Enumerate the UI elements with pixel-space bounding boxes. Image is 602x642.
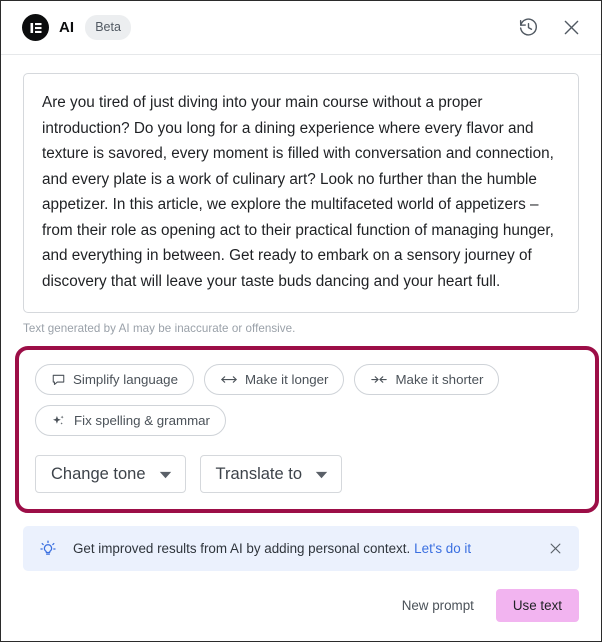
generated-text-area[interactable]: Are you tired of just diving into your m… bbox=[23, 73, 579, 313]
page-title: AI bbox=[59, 19, 75, 36]
make-it-longer-button[interactable]: Make it longer bbox=[203, 364, 345, 395]
simplify-language-button[interactable]: Simplify language bbox=[35, 364, 194, 395]
notice-message: Get improved results from AI by adding p… bbox=[73, 541, 411, 556]
quick-actions-row-2: Fix spelling & grammar bbox=[35, 405, 581, 436]
panel-header: AI Beta bbox=[1, 1, 601, 55]
close-icon[interactable] bbox=[559, 16, 583, 40]
panel-footer: New prompt Use text bbox=[392, 589, 579, 622]
panel-content: Are you tired of just diving into your m… bbox=[1, 55, 601, 513]
fix-spelling-grammar-button[interactable]: Fix spelling & grammar bbox=[35, 405, 226, 436]
expand-arrows-icon bbox=[220, 373, 238, 386]
beta-badge: Beta bbox=[85, 14, 131, 41]
lightbulb-icon bbox=[38, 539, 58, 559]
collapse-arrows-icon bbox=[370, 373, 388, 386]
use-text-button[interactable]: Use text bbox=[495, 589, 579, 622]
dropdown-label: Change tone bbox=[51, 464, 146, 483]
chip-label: Make it longer bbox=[244, 372, 329, 387]
lets-do-it-link[interactable]: Let's do it bbox=[414, 541, 471, 556]
history-icon[interactable] bbox=[516, 16, 540, 40]
ai-panel-window: AI Beta Are you tired of just diving int… bbox=[0, 0, 602, 642]
chip-label: Fix spelling & grammar bbox=[74, 413, 210, 428]
dropdown-row: Change tone Translate to bbox=[35, 455, 581, 493]
dropdown-label: Translate to bbox=[215, 464, 303, 483]
header-actions bbox=[516, 16, 583, 40]
new-prompt-button[interactable]: New prompt bbox=[392, 590, 484, 621]
chip-label: Make it shorter bbox=[395, 372, 484, 387]
chevron-down-icon bbox=[315, 465, 328, 484]
sparkle-icon bbox=[51, 413, 67, 429]
notice-close-icon[interactable] bbox=[545, 539, 565, 559]
change-tone-dropdown[interactable]: Change tone bbox=[35, 455, 186, 493]
quick-actions-row-1: Simplify language Make it longer Make it… bbox=[35, 364, 581, 395]
chip-label: Simplify language bbox=[73, 372, 178, 387]
translate-to-dropdown[interactable]: Translate to bbox=[199, 455, 343, 493]
ai-disclaimer: Text generated by AI may be inaccurate o… bbox=[23, 322, 296, 335]
speech-bubble-icon bbox=[51, 372, 66, 387]
chevron-down-icon bbox=[159, 465, 172, 484]
notice-text: Get improved results from AI by adding p… bbox=[73, 541, 471, 556]
make-it-shorter-button[interactable]: Make it shorter bbox=[354, 364, 500, 395]
quick-actions-highlight: Simplify language Make it longer Make it… bbox=[15, 346, 599, 513]
personal-context-notice: Get improved results from AI by adding p… bbox=[23, 526, 579, 571]
elementor-logo-icon bbox=[22, 14, 49, 41]
